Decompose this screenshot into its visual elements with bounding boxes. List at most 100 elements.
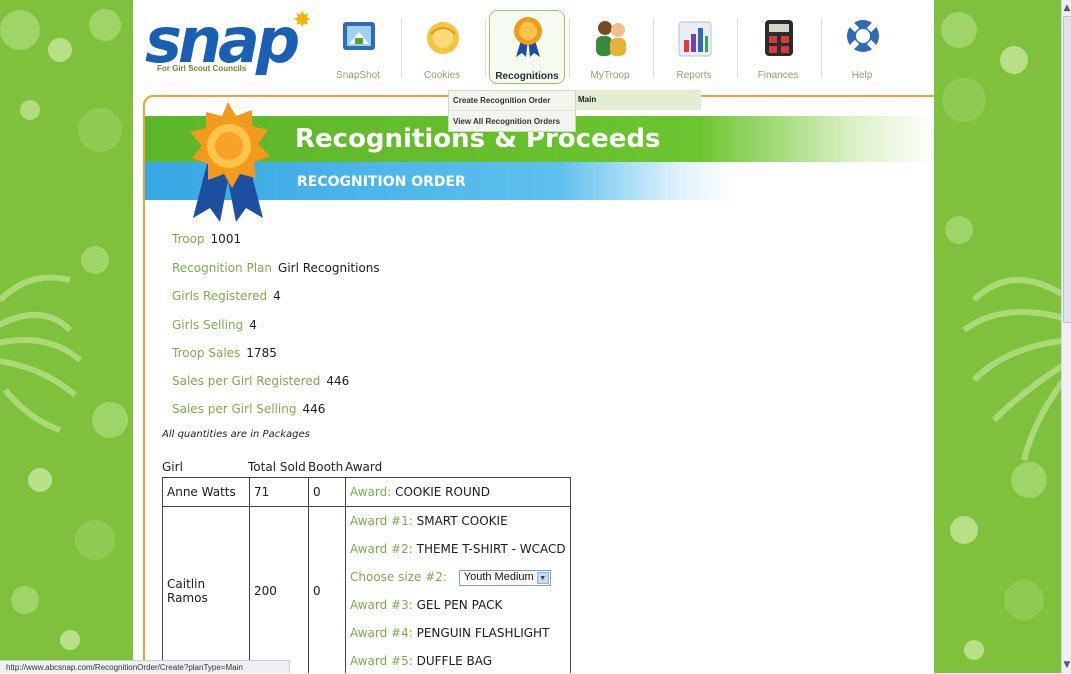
summary-label: Troop	[172, 232, 205, 246]
award-line: Award #1: SMART COOKIE	[350, 507, 566, 535]
award-value: DUFFLE BAG	[416, 654, 493, 668]
summary-value: 446	[302, 402, 326, 416]
nav-label: MyTroop	[590, 70, 630, 81]
col-header-girl: Girl	[162, 460, 183, 474]
people-icon	[596, 21, 626, 56]
award-line: Award #4: PENGUIN FLASHLIGHT	[350, 619, 566, 647]
award-cell: Award: COOKIE ROUND	[345, 477, 571, 507]
award-label: Award:	[350, 485, 392, 499]
booth-cell: 0	[308, 477, 346, 507]
logo-star-icon: ✸	[293, 8, 312, 33]
award-value: PENGUIN FLASHLIGHT	[416, 626, 550, 640]
nav-cookies[interactable]: Cookies	[405, 12, 479, 82]
award-value: SMART COOKIE	[416, 514, 508, 528]
menu-item-create-recognition-order[interactable]: Create Recognition Order	[449, 91, 575, 110]
cookies-icon	[427, 22, 459, 54]
table-row: Anne Watts 71 0 Award: COOKIE ROUND	[162, 477, 571, 507]
award-line: Choose size #2: Youth Medium ▼	[350, 563, 566, 591]
snap-logo[interactable]: snap ✸ For Girl Scout Councils	[145, 4, 315, 80]
nav-divider	[737, 18, 738, 78]
summary-label: Sales per Girl Registered	[172, 374, 321, 388]
nav-snapshot[interactable]: SnapShot	[321, 12, 395, 82]
summary-label: Girls Selling	[172, 318, 244, 332]
nav-divider	[653, 18, 654, 78]
nav-label: Recognitions	[495, 71, 559, 82]
summary-row: Troop 1001	[172, 232, 241, 246]
summary-label: Recognition Plan	[172, 261, 273, 275]
award-value: THEME T-SHIRT - WCACD	[416, 542, 566, 556]
summary-value: Girl Recognitions	[278, 261, 380, 275]
summary-label: Troop Sales	[172, 346, 241, 360]
award-line: Award #2: THEME T-SHIRT - WCACD	[350, 535, 566, 563]
award-line: Award #3: GEL PEN PACK	[350, 591, 566, 619]
award-label: Award #5:	[350, 654, 413, 668]
nav-recognitions[interactable]: Recognitions	[489, 10, 565, 84]
col-header-total-sold: Total Sold	[248, 460, 306, 474]
nav-label: Help	[851, 70, 873, 81]
col-header-award: Award	[345, 460, 383, 474]
summary-row: Sales per Girl Selling 446	[172, 402, 325, 416]
award-value: GEL PEN PACK	[416, 598, 503, 612]
main-content: snap ✸ For Girl Scout Councils SnapShot …	[133, 0, 934, 673]
nav-label: SnapShot	[336, 70, 380, 81]
award-line: Award: COOKIE ROUND	[350, 478, 566, 506]
size-label: Choose size #2:	[350, 570, 447, 584]
summary-value: 4	[273, 289, 281, 303]
nav-divider	[569, 18, 570, 78]
page-subtitle: RECOGNITION ORDER	[297, 174, 466, 190]
chevron-down-icon[interactable]: ▼	[536, 571, 549, 584]
vertical-scrollbar[interactable]: ▲ ▼	[1061, 0, 1071, 673]
menu-item-view-all-recognition-orders[interactable]: View All Recognition Orders	[449, 110, 575, 131]
snapshot-icon	[343, 22, 375, 50]
award-label: Award #3:	[350, 598, 413, 612]
summary-label: Girls Registered	[172, 289, 268, 303]
summary-value: 4	[249, 318, 257, 332]
summary-value: 1001	[210, 232, 242, 246]
summary-row: Girls Registered 4	[172, 289, 281, 303]
nav-reports[interactable]: Reports	[657, 12, 731, 82]
scroll-down-arrow-icon[interactable]: ▼	[1062, 659, 1071, 671]
scrollbar-thumb[interactable]	[1063, 16, 1071, 323]
summary-row: Troop Sales 1785	[172, 346, 277, 360]
nav-divider	[821, 18, 822, 78]
recognitions-dropdown: Create Recognition Order View All Recogn…	[448, 90, 576, 132]
summary-value: 1785	[246, 346, 277, 360]
logo-tagline: For Girl Scout Councils	[157, 64, 247, 73]
booth-cell: 0	[308, 506, 346, 673]
bar-chart-icon	[678, 21, 712, 57]
summary-row: Girls Selling 4	[172, 318, 257, 332]
summary-row: Recognition Plan Girl Recognitions	[172, 261, 380, 275]
award-ribbon-icon	[190, 102, 270, 222]
size-select[interactable]: Youth Medium ▼	[458, 569, 551, 586]
nav-mytroop[interactable]: MyTroop	[573, 12, 647, 82]
summary-value: 446	[326, 374, 350, 388]
logo-wordmark: snap	[145, 4, 300, 77]
award-label: Award #2:	[350, 542, 413, 556]
ribbon-icon	[514, 17, 542, 57]
nav-label: Finances	[757, 70, 799, 81]
size-select-value: Youth Medium	[463, 570, 534, 583]
life-ring-icon	[847, 20, 879, 52]
right-decor-panel	[934, 0, 1061, 673]
nav-help[interactable]: Help	[825, 12, 899, 82]
recognition-table: Anne Watts 71 0 Award: COOKIE ROUND Cait…	[162, 477, 571, 673]
col-header-booth: Booth	[308, 460, 344, 474]
nav-finances[interactable]: Finances	[741, 12, 815, 82]
status-bar-url: http://www.abcsnap.com/RecognitionOrder/…	[0, 660, 290, 673]
summary-row: Sales per Girl Registered 446	[172, 374, 349, 388]
scroll-up-arrow-icon[interactable]: ▲	[1062, 2, 1071, 14]
calculator-icon	[765, 20, 793, 56]
award-cell: Award #1: SMART COOKIE Award #2: THEME T…	[345, 506, 571, 673]
quantities-note: All quantities are in Packages	[162, 429, 310, 440]
table-row: Caitlin Ramos 200 0 Award #1: SMART COOK…	[162, 506, 571, 673]
nav-label: Reports	[676, 70, 712, 81]
girl-name-cell: Caitlin Ramos	[162, 506, 250, 673]
submenu-item-main[interactable]: Main	[574, 90, 701, 110]
total-sold-cell: 200	[249, 506, 309, 673]
girl-name-cell: Anne Watts	[162, 477, 250, 507]
nav-divider	[485, 18, 486, 78]
nav-label: Cookies	[423, 70, 461, 81]
left-decor-panel	[0, 0, 133, 673]
award-label: Award #1:	[350, 514, 413, 528]
total-sold-cell: 71	[249, 477, 309, 507]
